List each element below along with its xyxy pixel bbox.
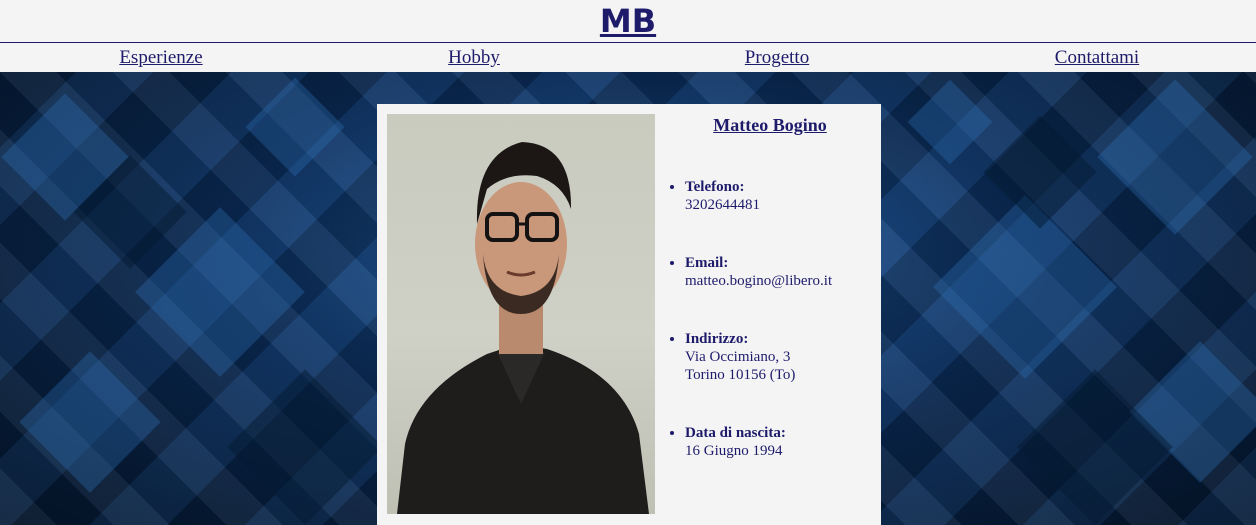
detail-value: matteo.bogino@libero.it [685, 273, 833, 289]
nav-link-contattami[interactable]: Contattami [1055, 47, 1139, 69]
detail-value: 16 Giugno 1994 [685, 443, 783, 459]
detail-telefono: Telefono: 3202644481 [685, 178, 760, 214]
detail-value: 3202644481 [685, 197, 760, 213]
profile-photo [387, 114, 655, 514]
nav-link-hobby[interactable]: Hobby [448, 47, 500, 69]
profile-photo-illustration [397, 142, 649, 514]
detail-label: Telefono: [685, 179, 745, 195]
detail-label: Email: [685, 255, 729, 271]
detail-label: Data di nascita: [685, 425, 786, 441]
site-header: MB [0, 0, 1256, 43]
nav-link-progetto[interactable]: Progetto [745, 47, 809, 69]
nav-link-esperienze[interactable]: Esperienze [119, 47, 202, 69]
profile-card: Matteo Bogino Telefono: 3202644481 Email… [377, 104, 881, 525]
detail-value: Via Occimiano, 3 [685, 349, 791, 365]
site-logo[interactable]: MB [600, 2, 656, 40]
main-nav: Esperienze Hobby Progetto Contattami [0, 43, 1256, 72]
detail-email: Email: matteo.bogino@libero.it [685, 254, 832, 290]
contact-info: Matteo Bogino Telefono: 3202644481 Email… [665, 114, 875, 459]
detail-data-di-nascita: Data di nascita: 16 Giugno 1994 [685, 424, 786, 460]
profile-name: Matteo Bogino [713, 115, 827, 135]
detail-label: Indirizzo: [685, 331, 749, 347]
detail-indirizzo: Indirizzo: Via Occimiano, 3 Torino 10156… [685, 330, 795, 384]
detail-value: Torino 10156 (To) [685, 367, 796, 383]
